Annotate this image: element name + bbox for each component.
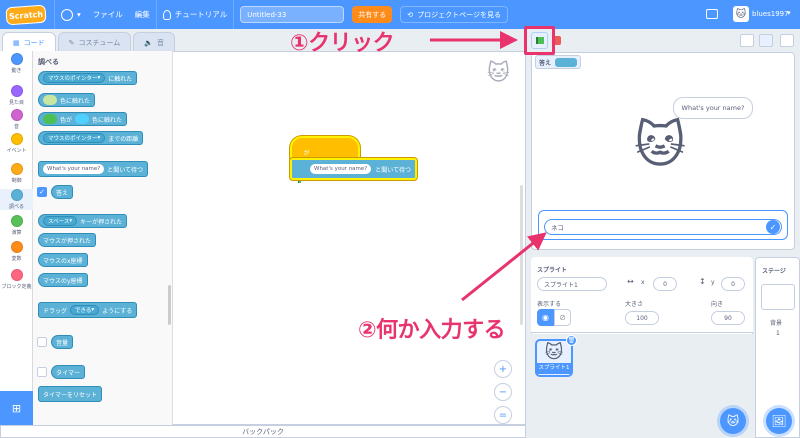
annotation-step2: ②何か入力する (358, 318, 506, 343)
arrow-to-answer (461, 232, 547, 302)
annotation-arrows (430, 31, 547, 302)
annotation-step1: ①クリック (290, 31, 395, 56)
